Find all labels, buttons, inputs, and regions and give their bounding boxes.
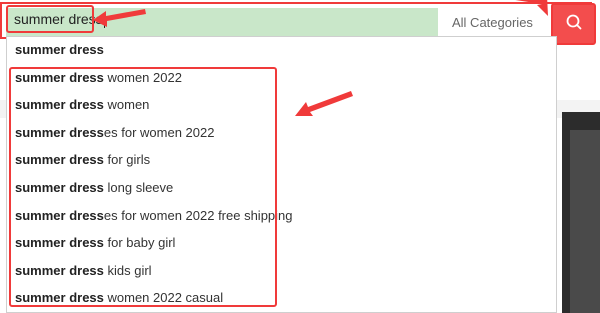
text-caret (103, 12, 105, 28)
search-button[interactable] (551, 3, 596, 45)
suggestion-match-text: summer dress (15, 42, 104, 57)
category-select[interactable]: All Categories (438, 8, 546, 37)
annotation-box-suggestions (9, 67, 277, 307)
category-select-label: All Categories (452, 15, 533, 30)
annotation-box-input (6, 5, 94, 33)
background-image-detail (570, 130, 600, 313)
search-icon (565, 13, 583, 36)
suggestion-item[interactable]: summer dress (15, 42, 104, 57)
